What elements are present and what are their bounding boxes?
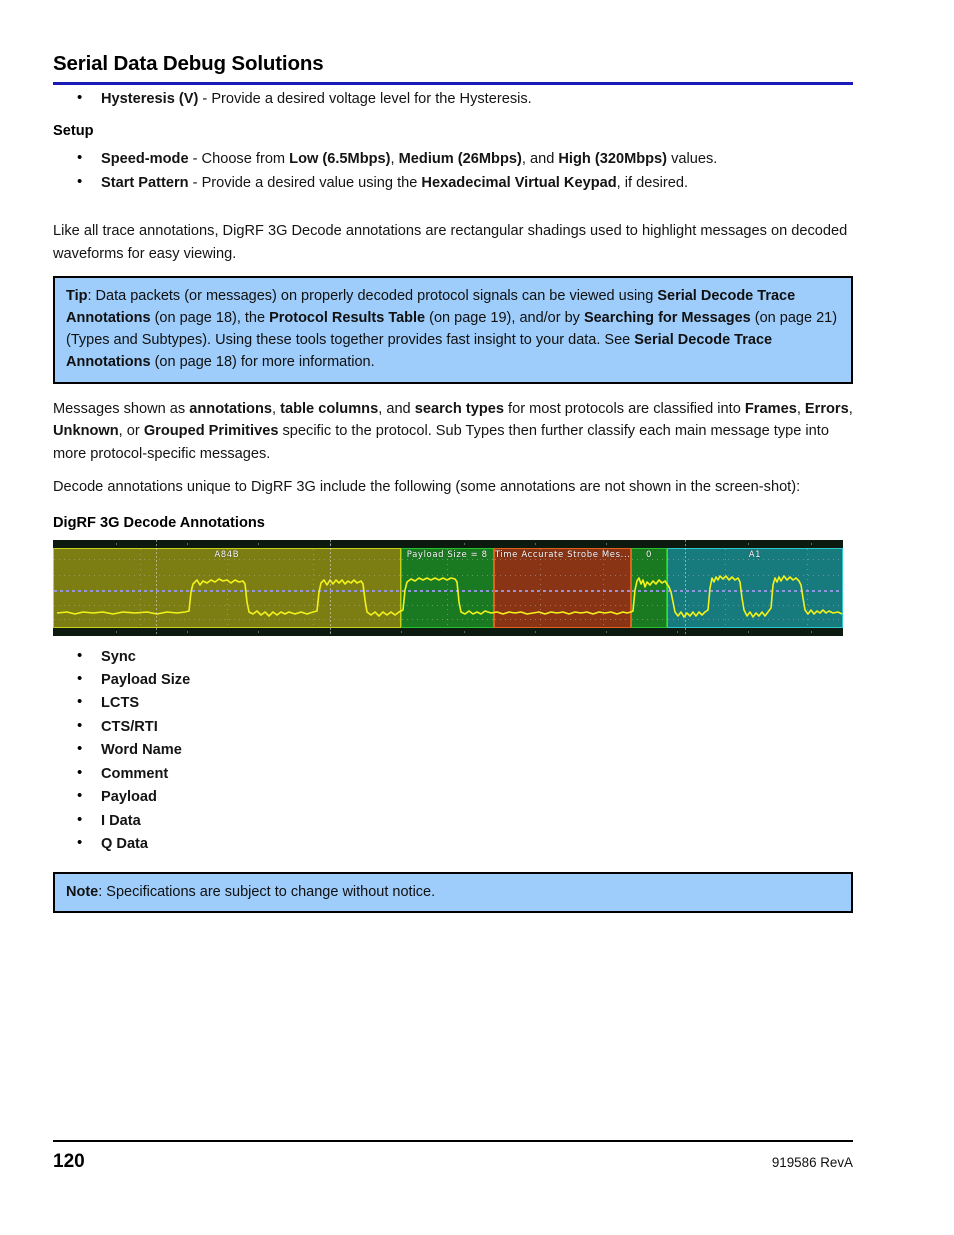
annotation-item-sync: Sync — [101, 648, 136, 665]
annotation-segment-time-accurate-strobe: Time Accurate Strobe Mes... — [493, 547, 632, 628]
page-header: Serial Data Debug Solutions — [53, 52, 853, 85]
footer-document-id: 919586 RevA — [771, 1154, 853, 1170]
list-item: Start Pattern - Provide a desired value … — [53, 171, 853, 194]
classification-paragraph: Messages shown as annotations, table col… — [53, 398, 853, 465]
annotation-item-q-data: Q Data — [101, 835, 149, 852]
list-item: Payload — [53, 785, 853, 808]
tip-label: Tip — [66, 288, 88, 305]
segment-label-sync: A84B — [214, 549, 240, 560]
setup-heading: Setup — [53, 123, 94, 140]
list-item: Q Data — [53, 832, 853, 855]
tip-callout-box: Tip: Data packets (or messages) on prope… — [53, 276, 853, 385]
annotation-item-comment: Comment — [101, 765, 169, 782]
classification-text-3: , and — [378, 401, 415, 418]
annotation-segment-sync: A84B — [53, 547, 401, 628]
term-unknown: Unknown — [53, 423, 119, 440]
annotation-segment-a1: A1 — [666, 547, 843, 628]
tip-text-1: : Data packets (or messages) on properly… — [87, 288, 658, 305]
classification-text-1: Messages shown as — [53, 401, 190, 418]
hysteresis-term: Hysteresis (V) — [101, 91, 199, 107]
page-footer: 120 919586 RevA — [53, 1140, 853, 1173]
list-item: Comment — [53, 762, 853, 785]
segment-label-payload-size: Payload Size = 8 — [406, 549, 488, 560]
annotation-item-lcts: LCTS — [101, 695, 140, 712]
list-item: Payload Size — [53, 668, 853, 691]
scope-top-band — [53, 539, 843, 548]
list-item: Hysteresis (V) - Provide a desired volta… — [53, 87, 853, 110]
annotation-segment-zero: 0 — [631, 547, 667, 628]
scope-bottom-band — [53, 627, 843, 636]
segment-label-zero: 0 — [646, 549, 653, 560]
classification-text-6: , — [848, 401, 853, 418]
figure-caption: DigRF 3G Decode Annotations — [53, 514, 265, 531]
tip-link-protocol-results-table: Protocol Results Table — [269, 310, 426, 327]
list-item: Speed-mode - Choose from Low (6.5Mbps) , … — [53, 147, 853, 170]
start-pattern-term: Start Pattern — [101, 174, 189, 191]
annotation-item-payload: Payload — [101, 789, 157, 806]
tip-text-5: (on page 18) for more information. — [150, 354, 375, 371]
term-table-columns: table columns — [280, 401, 379, 418]
segment-label-a1: A1 — [748, 549, 762, 560]
tip-callout-text: Tip: Data packets (or messages) on prope… — [66, 285, 840, 373]
footer-page-number: 120 — [53, 1150, 85, 1172]
start-pattern-text-1: - Provide a desired value using the — [188, 174, 422, 191]
decode-intro-paragraph: Decode annotations unique to DigRF 3G in… — [53, 479, 801, 496]
page-content: Hysteresis (V) - Provide a desired volta… — [53, 87, 853, 927]
hysteresis-bullet-list: Hysteresis (V) - Provide a desired volta… — [53, 87, 853, 110]
hysteresis-description: - Provide a desired voltage level for th… — [198, 91, 532, 107]
tip-text-3: (on page 19), and/or by — [425, 310, 584, 327]
note-label: Note — [66, 884, 99, 901]
list-item: LCTS — [53, 691, 853, 714]
tip-text-2: (on page 18), the — [150, 310, 270, 327]
footer-divider-rule — [53, 1140, 853, 1142]
speed-mode-option-low: Low (6.5Mbps) — [289, 151, 391, 168]
speed-mode-term: Speed-mode — [101, 151, 189, 168]
annotation-item-i-data: I Data — [101, 812, 141, 829]
header-divider-rule — [53, 81, 853, 85]
setup-bullet-list: Speed-mode - Choose from Low (6.5Mbps) , … — [53, 147, 853, 194]
note-text: : Specifications are subject to change w… — [98, 884, 436, 901]
decode-annotations-list: Sync Payload Size LCTS CTS/RTI Word Name… — [53, 645, 853, 856]
segment-label-time-accurate-strobe: Time Accurate Strobe Mes... — [494, 549, 631, 560]
note-callout-text: Note: Specifications are subject to chan… — [66, 881, 840, 903]
document-page: Serial Data Debug Solutions Hysteresis (… — [0, 0, 954, 1235]
note-callout-box: Note: Specifications are subject to chan… — [53, 872, 853, 914]
annotation-segment-payload-size: Payload Size = 8 — [400, 547, 494, 628]
term-errors: Errors — [804, 401, 849, 418]
annotations-intro-paragraph: Like all trace annotations, DigRF 3G Dec… — [53, 223, 848, 262]
speed-mode-option-high: High (320Mbps) — [558, 151, 668, 168]
speed-mode-text-1: - Choose from — [188, 151, 290, 168]
speed-mode-tail: values. — [667, 151, 718, 168]
footer-row: 120 919586 RevA — [53, 1151, 853, 1173]
term-search-types: search types — [414, 401, 504, 418]
speed-mode-sep-2: , and — [521, 151, 559, 168]
speed-mode-sep-1: , — [390, 151, 399, 168]
annotation-item-word-name: Word Name — [101, 742, 182, 759]
digrf-decode-screenshot: A84B Payload Size = 8 Time Accurate Stro… — [53, 539, 843, 636]
term-frames: Frames — [744, 401, 797, 418]
list-item: CTS/RTI — [53, 715, 853, 738]
classification-text-5: , — [796, 401, 805, 418]
classification-text-2: , — [271, 401, 281, 418]
list-item: I Data — [53, 808, 853, 832]
page-title: Serial Data Debug Solutions — [53, 52, 324, 75]
annotation-item-payload-size: Payload Size — [101, 672, 191, 689]
classification-text-7: , or — [118, 423, 144, 440]
speed-mode-option-medium: Medium (26Mbps) — [398, 151, 522, 168]
annotation-item-cts-rti: CTS/RTI — [101, 718, 158, 735]
term-grouped-primitives: Grouped Primitives — [143, 423, 279, 440]
start-pattern-keypad: Hexadecimal Virtual Keypad — [421, 174, 617, 191]
term-annotations: annotations — [189, 401, 272, 418]
list-item: Word Name — [53, 738, 853, 761]
classification-text-4: for most protocols are classified into — [503, 401, 745, 418]
list-item: Sync — [53, 645, 853, 668]
tip-link-searching-for-messages: Searching for Messages — [583, 310, 751, 327]
start-pattern-tail: , if desired. — [616, 174, 689, 191]
